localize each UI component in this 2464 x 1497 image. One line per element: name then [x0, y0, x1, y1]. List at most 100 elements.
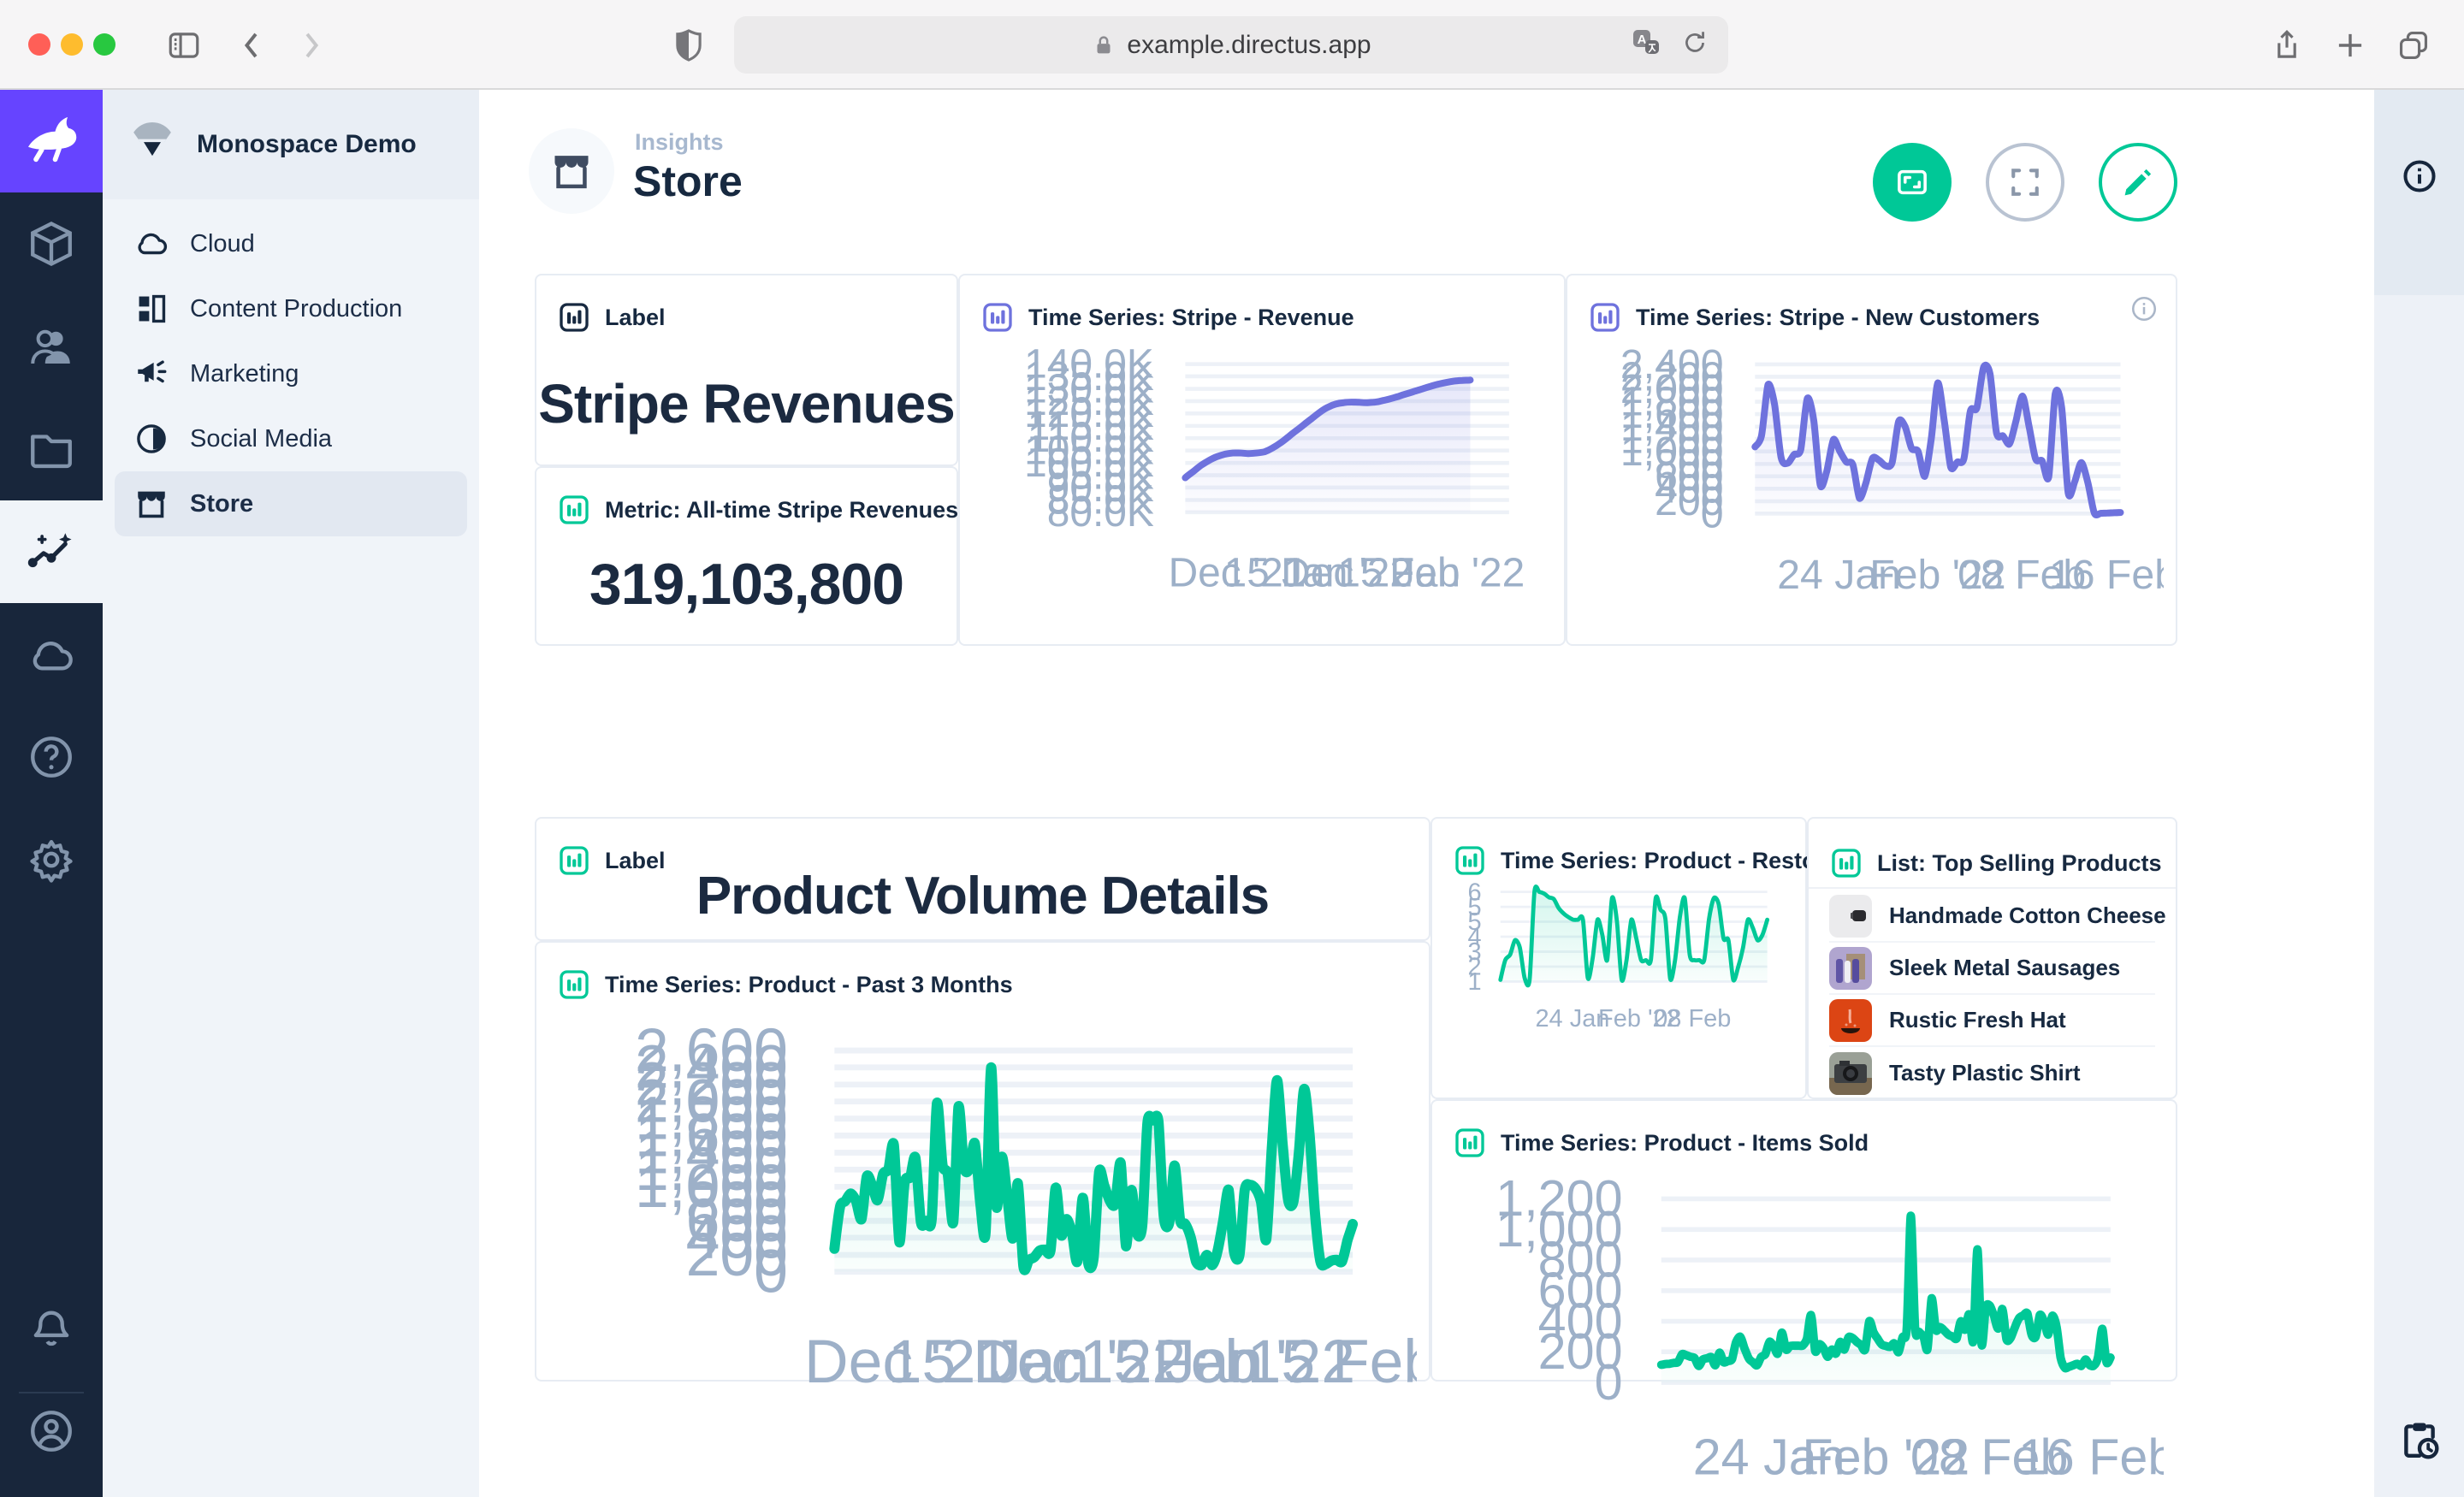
project-header[interactable]: Monospace Demo [103, 90, 479, 199]
panel-ts-new-customers[interactable]: Time Series: Stripe - New Customers 2,40… [1566, 274, 2177, 646]
sidebar-item-label: Content Production [190, 295, 402, 323]
store-icon [529, 128, 614, 214]
present-button[interactable] [1873, 143, 1952, 222]
megaphone-icon [133, 356, 169, 392]
panel-ts-past-3-months[interactable]: Time Series: Product - Past 3 Months 2,6… [535, 941, 1430, 1382]
sidebar-item-content-production[interactable]: Content Production [115, 276, 467, 341]
sidebar-item-store[interactable]: Store [115, 471, 467, 536]
profile-icon[interactable] [0, 1380, 103, 1482]
product-name: Sleek Metal Sausages [1889, 955, 2120, 981]
address-bar[interactable]: example.directus.app A [734, 16, 1728, 74]
share-icon[interactable] [2264, 22, 2310, 68]
panel-metric-revenue[interactable]: Metric: All-time Stripe Revenues 319,103… [535, 466, 958, 646]
sidebar-item-cloud[interactable]: Cloud [115, 211, 467, 276]
panel-label-product[interactable]: Label Product Volume Details [535, 817, 1430, 941]
shield-icon[interactable] [666, 22, 712, 68]
zoom-window-button[interactable] [93, 33, 116, 56]
module-cloud-icon[interactable] [0, 603, 103, 706]
new-tab-icon[interactable] [2327, 22, 2373, 68]
list-item[interactable]: Sleek Metal Sausages [1829, 943, 2155, 995]
module-bar [0, 90, 103, 1497]
main-content: Insights Store Label Stripe Re [479, 90, 2374, 1497]
cloud-icon [133, 226, 169, 262]
lock-icon [1091, 33, 1116, 58]
sidebar-toggle-icon[interactable] [161, 22, 207, 68]
product-list: Handmade Cotton Cheese Sleek Metal Sausa… [1829, 891, 2155, 1099]
label-text: Product Volume Details [536, 853, 1429, 939]
product-thumbnail [1829, 1052, 1872, 1095]
svg-text:08 Feb: 08 Feb [1654, 1005, 1731, 1033]
module-file-library-icon[interactable] [0, 398, 103, 500]
sidebar-item-marketing[interactable]: Marketing [115, 341, 467, 406]
nav-sidebar: Monospace Demo Cloud Content Production … [103, 90, 479, 1497]
project-name: Monospace Demo [197, 130, 417, 159]
storefront-icon [133, 486, 169, 522]
svg-text:1: 1 [1468, 968, 1482, 996]
product-name: Handmade Cotton Cheese [1889, 902, 2166, 929]
screen: example.directus.app A [0, 0, 2464, 1497]
svg-text:A: A [1638, 33, 1647, 47]
fullscreen-button[interactable] [1986, 143, 2064, 222]
stripe-revenue-chart: 140.0K135.0K130.0K125.0K120.0K115.0K110.… [967, 325, 1552, 618]
right-rail-header [2374, 90, 2464, 295]
panel-title: Label [605, 305, 666, 331]
project-logo [128, 119, 176, 171]
product-thumbnail [1829, 895, 1872, 938]
info-icon[interactable] [2400, 157, 2439, 196]
url-text: example.directus.app [1127, 31, 1371, 60]
reload-icon[interactable] [1680, 28, 1709, 62]
activity-log-icon[interactable] [2398, 1418, 2441, 1461]
svg-text:16 Feb: 16 Feb [2018, 1428, 2164, 1485]
header-actions [1873, 143, 2177, 222]
forward-icon[interactable] [287, 22, 334, 68]
back-icon[interactable] [229, 22, 275, 68]
list-item[interactable]: Rustic Fresh Hat [1829, 995, 2155, 1047]
restocks-chart: 655432124 JanFeb '2208 Feb [1439, 868, 1793, 1045]
sidebar-nav: Cloud Content Production Marketing Socia… [115, 211, 467, 536]
tabs-overview-icon[interactable] [2390, 22, 2437, 68]
settings-icon[interactable] [0, 808, 103, 911]
metric-value: 319,103,800 [536, 524, 957, 644]
edit-button[interactable] [2099, 143, 2177, 222]
grid-icon [133, 291, 169, 327]
sidebar-item-label: Store [190, 490, 253, 518]
list-item[interactable]: Handmade Cotton Cheese [1829, 891, 2155, 943]
past-3-months-chart: 2,6002,4002,2002,0001,8001,6001,4001,200… [543, 992, 1417, 1429]
svg-text:0: 0 [1595, 1353, 1623, 1411]
panel-label-stripe[interactable]: Label Stripe Revenues [535, 274, 958, 466]
panel-type-icon [557, 493, 591, 527]
browser-chrome: example.directus.app A [0, 0, 2464, 90]
list-item[interactable]: Tasty Plastic Shirt [1829, 1047, 2155, 1099]
svg-text:16 Feb: 16 Feb [2049, 552, 2164, 598]
panel-title: Metric: All-time Stripe Revenues [605, 497, 958, 524]
panel-ts-restocks[interactable]: Time Series: Product - Restocks 65543212… [1430, 817, 1807, 1099]
svg-text:0: 0 [1701, 491, 1724, 537]
help-icon[interactable] [0, 706, 103, 808]
panel-ts-stripe-revenue[interactable]: Time Series: Stripe - Revenue 140.0K135.… [958, 274, 1566, 646]
close-window-button[interactable] [28, 33, 50, 56]
svg-text:0: 0 [754, 1238, 788, 1306]
sidebar-item-label: Social Media [190, 425, 332, 453]
svg-text:Feb '22: Feb '22 [1389, 551, 1525, 596]
panel-info-icon[interactable] [2129, 294, 2159, 323]
sidebar-item-social-media[interactable]: Social Media [115, 406, 467, 471]
panel-list-top-products[interactable]: List: Top Selling Products Handmade Cott… [1807, 817, 2177, 1099]
product-thumbnail [1829, 947, 1872, 990]
module-content-icon[interactable] [0, 192, 103, 295]
product-name: Tasty Plastic Shirt [1889, 1060, 2081, 1086]
svg-text:80.0K: 80.0K [1047, 490, 1154, 535]
panel-ts-items-sold[interactable]: Time Series: Product - Items Sold 1,2001… [1430, 1099, 2177, 1382]
page-title: Store [633, 157, 743, 206]
translate-icon[interactable]: A [1631, 27, 1661, 62]
label-text: Stripe Revenues [536, 342, 957, 464]
items-sold-chart: 1,2001,000800600400200024 JanFeb '2208 F… [1439, 1151, 2164, 1497]
module-user-directory-icon[interactable] [0, 295, 103, 398]
minimize-window-button[interactable] [61, 33, 83, 56]
notifications-icon[interactable] [0, 1275, 103, 1378]
breadcrumb[interactable]: Insights [635, 129, 724, 156]
module-insights-icon[interactable] [0, 500, 103, 603]
directus-logo[interactable] [0, 90, 103, 192]
pie-chart-icon [133, 421, 169, 457]
sidebar-item-label: Marketing [190, 360, 299, 388]
svg-text:15 Feb: 15 Feb [1247, 1328, 1417, 1396]
